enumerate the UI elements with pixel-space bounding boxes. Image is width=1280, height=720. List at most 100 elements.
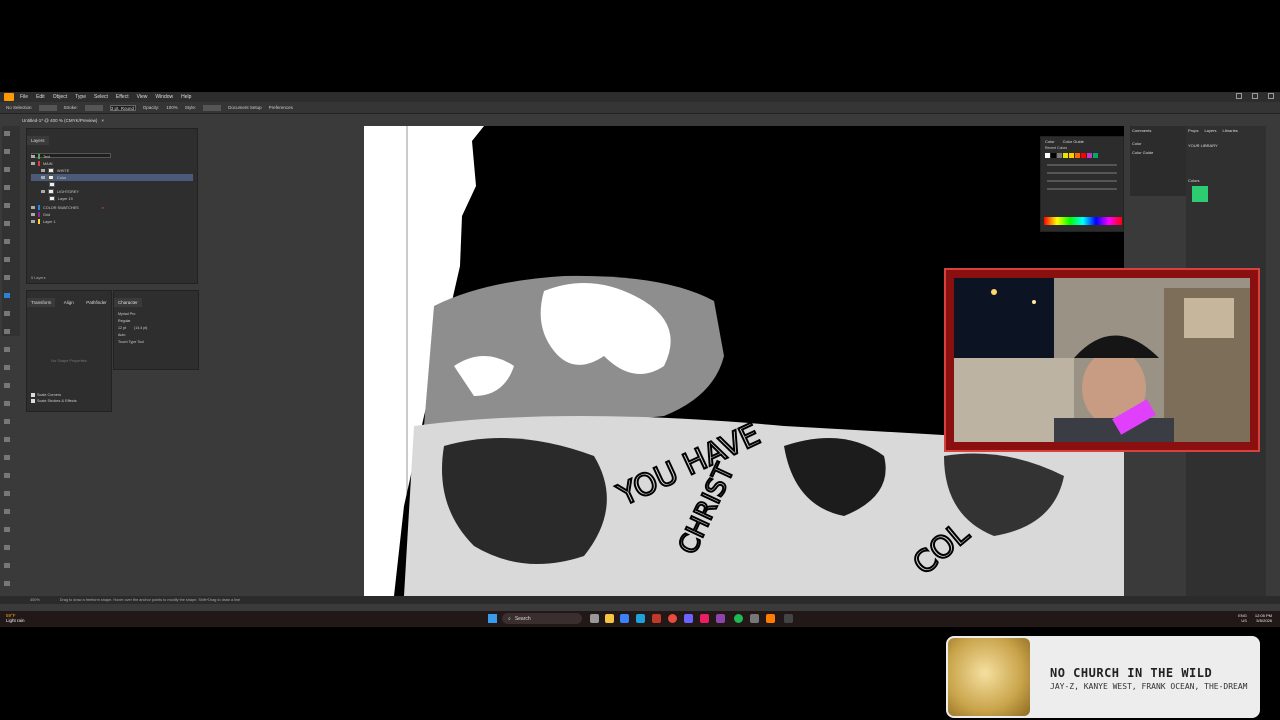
- layer-row-selected[interactable]: Color: [31, 174, 193, 181]
- visibility-eye-icon[interactable]: [31, 155, 35, 158]
- recent-swatch[interactable]: [1087, 153, 1092, 158]
- taskbar-search[interactable]: ⌕ Search: [502, 613, 582, 624]
- recent-swatch[interactable]: [1063, 153, 1068, 158]
- tab-libraries[interactable]: Libraries: [1222, 128, 1237, 133]
- recent-swatch[interactable]: [1057, 153, 1062, 158]
- eyedropper-tool-icon[interactable]: [4, 491, 10, 496]
- layer-row[interactable]: MAIN: [31, 160, 193, 167]
- menu-help[interactable]: Help: [181, 94, 191, 100]
- zoom-level[interactable]: 400%: [30, 598, 40, 602]
- app-icon[interactable]: [750, 614, 759, 623]
- task-view-icon[interactable]: [590, 614, 599, 623]
- tab-comments[interactable]: Comments: [1132, 128, 1184, 133]
- scale-tool-icon[interactable]: [4, 365, 10, 370]
- close-icon[interactable]: [1268, 93, 1274, 99]
- tracking-field[interactable]: Auto: [118, 333, 194, 337]
- minimize-icon[interactable]: [1236, 93, 1242, 99]
- app-icon[interactable]: [684, 614, 693, 623]
- magenta-slider[interactable]: [1047, 172, 1117, 174]
- tab-color-guide-side[interactable]: Color Guide: [1132, 150, 1184, 155]
- curvature-tool-icon[interactable]: [4, 221, 10, 226]
- selection-tool-icon[interactable]: [4, 131, 10, 136]
- layers-tab[interactable]: Layers: [27, 136, 49, 145]
- tab-character[interactable]: Character: [114, 298, 142, 307]
- visibility-eye-icon[interactable]: [41, 169, 45, 172]
- fill-swatch[interactable]: [38, 104, 57, 111]
- recent-swatch[interactable]: [1075, 153, 1080, 158]
- menu-edit[interactable]: Edit: [36, 94, 45, 100]
- slice-tool-icon[interactable]: [4, 581, 10, 586]
- calendar-icon[interactable]: [620, 614, 629, 623]
- layer-row[interactable]: LIGHTGREY: [31, 188, 193, 195]
- menu-select[interactable]: Select: [94, 94, 108, 100]
- maximize-icon[interactable]: [1252, 93, 1258, 99]
- shaper-tool-icon[interactable]: [4, 293, 10, 298]
- tab-transform[interactable]: Transform: [27, 298, 56, 307]
- clock[interactable]: 12:05 PM 5/5/2026: [1255, 613, 1272, 623]
- font-size-field[interactable]: 12 pt: [118, 326, 126, 330]
- menu-effect[interactable]: Effect: [116, 94, 129, 100]
- tab-pathfinder[interactable]: Pathfinder: [82, 298, 111, 307]
- direct-selection-tool-icon[interactable]: [4, 149, 10, 154]
- app-icon[interactable]: [700, 614, 709, 623]
- black-slider[interactable]: [1047, 188, 1117, 190]
- language-indicator[interactable]: ENG US: [1238, 613, 1247, 623]
- illustrator-taskbar-icon[interactable]: [766, 614, 775, 623]
- spotify-icon[interactable]: [734, 614, 743, 623]
- font-family-field[interactable]: Myriad Pro: [118, 312, 194, 316]
- tab-props[interactable]: Props: [1188, 128, 1198, 133]
- menu-type[interactable]: Type: [75, 94, 86, 100]
- layer-row[interactable]: Text: [31, 153, 193, 160]
- library-color-swatch[interactable]: [1192, 186, 1208, 202]
- windows-start-icon[interactable]: [488, 614, 497, 623]
- app-icon[interactable]: [784, 614, 793, 623]
- close-tab-icon[interactable]: ×: [101, 118, 104, 123]
- perspective-tool-icon[interactable]: [4, 437, 10, 442]
- font-style-field[interactable]: Regular: [118, 319, 194, 323]
- color-spectrum[interactable]: [1044, 217, 1122, 225]
- menu-object[interactable]: Object: [53, 94, 67, 100]
- document-setup-button[interactable]: Document Setup: [228, 105, 262, 110]
- shape-builder-tool-icon[interactable]: [4, 419, 10, 424]
- visibility-eye-icon[interactable]: [31, 213, 35, 216]
- pen-tool-icon[interactable]: [4, 203, 10, 208]
- target-indicator-icon[interactable]: ●: [102, 206, 104, 210]
- checkbox-icon[interactable]: [31, 399, 35, 403]
- touch-type-button[interactable]: Touch Type Tool: [118, 340, 194, 344]
- cyan-slider[interactable]: [1047, 164, 1117, 166]
- artboard-tool-icon[interactable]: [4, 563, 10, 568]
- tab-color[interactable]: Color: [1045, 139, 1055, 144]
- rectangle-tool-icon[interactable]: [4, 275, 10, 280]
- tab-align[interactable]: Align: [60, 298, 78, 307]
- lasso-tool-icon[interactable]: [4, 185, 10, 190]
- visibility-eye-icon[interactable]: [31, 206, 35, 209]
- weather-widget[interactable]: 59°F Light rain: [6, 613, 25, 623]
- visibility-eye-icon[interactable]: [41, 176, 45, 179]
- checkbox-icon[interactable]: [31, 393, 35, 397]
- magic-wand-tool-icon[interactable]: [4, 167, 10, 172]
- layer-row[interactable]: Layer 1: [31, 218, 193, 225]
- type-tool-icon[interactable]: [4, 239, 10, 244]
- tab-color-side[interactable]: Color: [1132, 141, 1184, 146]
- brush-dropdown[interactable]: 3 pt. Round: [109, 104, 136, 111]
- recent-swatch[interactable]: [1081, 153, 1086, 158]
- scale-corners-checkbox[interactable]: Scale Corners: [31, 393, 107, 397]
- tab-layers-side[interactable]: Layers: [1204, 128, 1216, 133]
- recent-swatch[interactable]: [1051, 153, 1056, 158]
- symbol-sprayer-tool-icon[interactable]: [4, 527, 10, 532]
- menu-window[interactable]: Window: [155, 94, 173, 100]
- gradient-tool-icon[interactable]: [4, 473, 10, 478]
- app-icon[interactable]: [652, 614, 661, 623]
- layer-row[interactable]: Layer 19: [31, 195, 193, 202]
- eraser-tool-icon[interactable]: [4, 329, 10, 334]
- mesh-tool-icon[interactable]: [4, 455, 10, 460]
- tab-color-guide[interactable]: Color Guide: [1063, 139, 1084, 144]
- pencil-tool-icon[interactable]: [4, 311, 10, 316]
- scale-strokes-checkbox[interactable]: Scale Strokes & Effects: [31, 399, 107, 403]
- layer-row[interactable]: Grid: [31, 211, 193, 218]
- app-icon[interactable]: [716, 614, 725, 623]
- visibility-eye-icon[interactable]: [31, 162, 35, 165]
- edge-icon[interactable]: [636, 614, 645, 623]
- graph-tool-icon[interactable]: [4, 545, 10, 550]
- width-tool-icon[interactable]: [4, 383, 10, 388]
